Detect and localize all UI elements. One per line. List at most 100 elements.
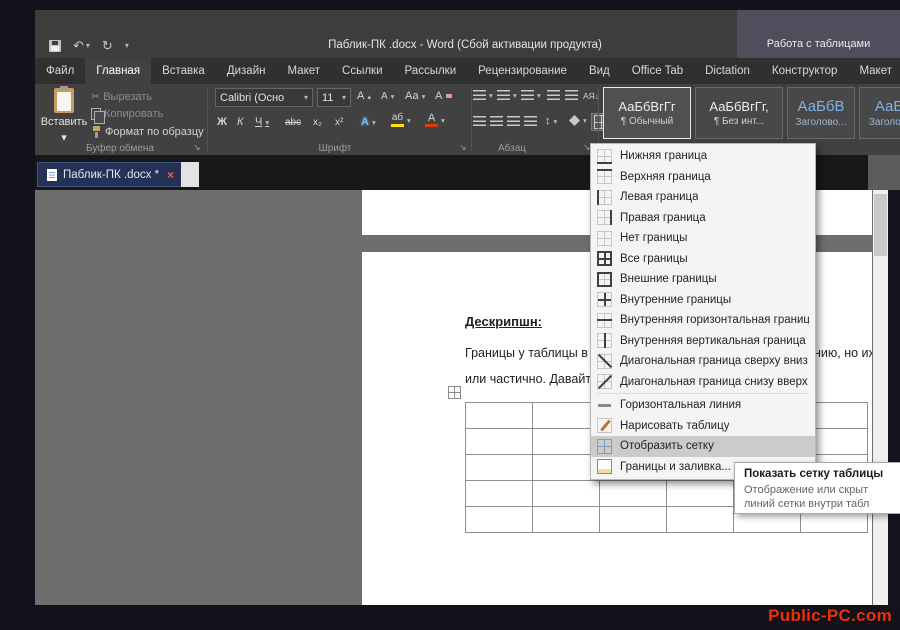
- group-separator: [598, 88, 599, 151]
- style-label: Заголо...: [869, 117, 900, 128]
- paste-button[interactable]: Вставить ▾: [41, 87, 87, 145]
- customize-qat-button[interactable]: ▾: [125, 39, 129, 52]
- bold-label: Ж: [217, 116, 227, 128]
- table-move-handle-icon[interactable]: [448, 386, 461, 399]
- style-heading2[interactable]: АаБ Заголо...: [859, 87, 900, 139]
- text-effects-button[interactable]: А▾: [361, 116, 376, 128]
- shading-icon: [569, 115, 580, 126]
- menu-item-label: Диагональная граница сверху вниз: [620, 355, 808, 367]
- document-text-line1-right: нию, но их: [814, 346, 872, 360]
- menu-item-right-border[interactable]: Правая граница: [591, 208, 815, 229]
- font-color-bar: [425, 124, 438, 127]
- no-border-icon: [597, 231, 612, 246]
- close-tab-icon[interactable]: ×: [167, 168, 174, 182]
- menu-item-no-border[interactable]: Нет границы: [591, 228, 815, 249]
- font-color-button[interactable]: А ▾: [425, 113, 445, 127]
- tab-office-tab[interactable]: Office Tab: [621, 58, 694, 84]
- change-case-button[interactable]: Аа▾: [405, 90, 425, 102]
- menu-item-draw-table[interactable]: Нарисовать таблицу: [591, 416, 815, 437]
- style-heading1[interactable]: АаБбВ Заголово...: [787, 87, 855, 139]
- grow-font-button[interactable]: А▴: [357, 90, 371, 102]
- tab-review[interactable]: Рецензирование: [467, 58, 578, 84]
- tab-references[interactable]: Ссылки: [331, 58, 394, 84]
- menu-item-top-border[interactable]: Верхняя граница: [591, 167, 815, 188]
- tab-home[interactable]: Главная: [85, 58, 151, 84]
- document-tab[interactable]: Паблик-ПК .docx * ×: [37, 162, 184, 187]
- tooltip-line2: линий сетки внутри табл: [744, 497, 900, 511]
- menu-item-horizontal-line[interactable]: Горизонтальная линия: [591, 395, 815, 416]
- text-effects-label: А: [361, 116, 369, 128]
- menu-item-label: Отобразить сетку: [620, 440, 714, 452]
- menu-item-all-borders[interactable]: Все границы: [591, 249, 815, 270]
- align-right-button[interactable]: [507, 116, 520, 127]
- bullet-list-button[interactable]: ▾: [473, 90, 493, 101]
- chevron-down-icon: ▾: [265, 118, 269, 127]
- cut-button[interactable]: ✂ Вырезать: [91, 90, 152, 103]
- tab-design[interactable]: Дизайн: [216, 58, 277, 84]
- align-center-button[interactable]: [490, 116, 503, 127]
- vertical-scrollbar[interactable]: [873, 190, 888, 605]
- menu-item-bottom-border[interactable]: Нижняя граница: [591, 146, 815, 167]
- tab-table-layout[interactable]: Макет: [848, 58, 900, 84]
- menu-item-outside-borders[interactable]: Внешние границы: [591, 269, 815, 290]
- sort-button[interactable]: АЯ↓: [583, 91, 599, 101]
- font-size-combobox[interactable]: 11 ▾: [317, 88, 351, 107]
- format-painter-button[interactable]: Формат по образцу: [91, 126, 204, 138]
- bold-button[interactable]: Ж: [217, 116, 227, 128]
- decrease-indent-button[interactable]: [547, 90, 560, 101]
- increase-indent-button[interactable]: [565, 90, 578, 101]
- scrollbar-thumb[interactable]: [874, 194, 887, 256]
- clear-formatting-button[interactable]: А: [435, 90, 452, 102]
- tab-mailings[interactable]: Рассылки: [394, 58, 468, 84]
- chevron-down-icon: ▾: [342, 93, 346, 102]
- chevron-down-icon: ▾: [554, 117, 558, 126]
- view-gridlines-icon: [597, 439, 612, 454]
- menu-item-inside-borders[interactable]: Внутренние границы: [591, 290, 815, 311]
- undo-button[interactable]: ↶▾: [73, 39, 90, 52]
- chevron-down-icon: ▾: [372, 118, 376, 127]
- style-no-spacing[interactable]: АаБбВгГг, ¶ Без инт...: [695, 87, 783, 139]
- subscript-button[interactable]: x₂: [313, 117, 322, 128]
- menu-item-left-border[interactable]: Левая граница: [591, 187, 815, 208]
- document-tab-label: Паблик-ПК .docx *: [63, 169, 159, 181]
- copy-button[interactable]: Копировать: [91, 108, 163, 120]
- grow-font-label: А: [357, 90, 364, 102]
- line-spacing-button[interactable]: ↕▾: [545, 115, 557, 127]
- menu-item-diagonal-up-border[interactable]: Диагональная граница снизу вверх: [591, 372, 815, 393]
- superscript-button[interactable]: x²: [335, 117, 343, 128]
- window-edge: [888, 190, 900, 605]
- eraser-icon: [446, 94, 452, 98]
- multilevel-list-button[interactable]: ▾: [521, 90, 541, 101]
- font-name-combobox[interactable]: Calibri (Осно ▾: [215, 88, 313, 107]
- undo-caret-icon: ▾: [86, 39, 90, 52]
- redo-button[interactable]: ↻: [102, 39, 113, 52]
- highlight-color-button[interactable]: аб ▾: [391, 113, 411, 127]
- numbered-list-button[interactable]: ▾: [497, 90, 517, 101]
- chevron-down-icon: ▾: [422, 92, 426, 101]
- menu-item-diagonal-down-border[interactable]: Диагональная граница сверху вниз: [591, 351, 815, 372]
- tab-layout[interactable]: Макет: [276, 58, 331, 84]
- ribbon-tab-bar: Файл Главная Вставка Дизайн Макет Ссылки…: [35, 58, 900, 84]
- tab-file[interactable]: Файл: [35, 58, 85, 84]
- menu-item-view-gridlines[interactable]: Отобразить сетку: [591, 436, 815, 457]
- tab-view[interactable]: Вид: [578, 58, 621, 84]
- strikethrough-button[interactable]: abc: [285, 117, 301, 128]
- shrink-font-button[interactable]: А▾: [381, 91, 394, 102]
- copy-icon: [91, 108, 101, 120]
- shading-button[interactable]: ▾: [569, 115, 587, 126]
- tab-insert[interactable]: Вставка: [151, 58, 216, 84]
- clipboard-dialog-launcher-icon[interactable]: ↘: [193, 142, 201, 153]
- underline-button[interactable]: Ч▾: [255, 116, 269, 128]
- style-normal[interactable]: АаБбВгГг ¶ Обычный: [603, 87, 691, 139]
- italic-button[interactable]: К: [237, 116, 243, 128]
- align-left-button[interactable]: [473, 116, 486, 127]
- save-button[interactable]: [49, 40, 61, 52]
- menu-separator: [597, 393, 809, 394]
- font-name-value: Calibri (Осно: [220, 92, 284, 104]
- justify-button[interactable]: [524, 116, 537, 127]
- tab-table-design[interactable]: Конструктор: [761, 58, 849, 84]
- tab-dictation[interactable]: Dictation: [694, 58, 761, 84]
- menu-item-inside-horizontal-border[interactable]: Внутренняя горизонтальная граница: [591, 310, 815, 331]
- menu-item-inside-vertical-border[interactable]: Внутренняя вертикальная граница: [591, 331, 815, 352]
- new-tab-button[interactable]: [181, 162, 199, 187]
